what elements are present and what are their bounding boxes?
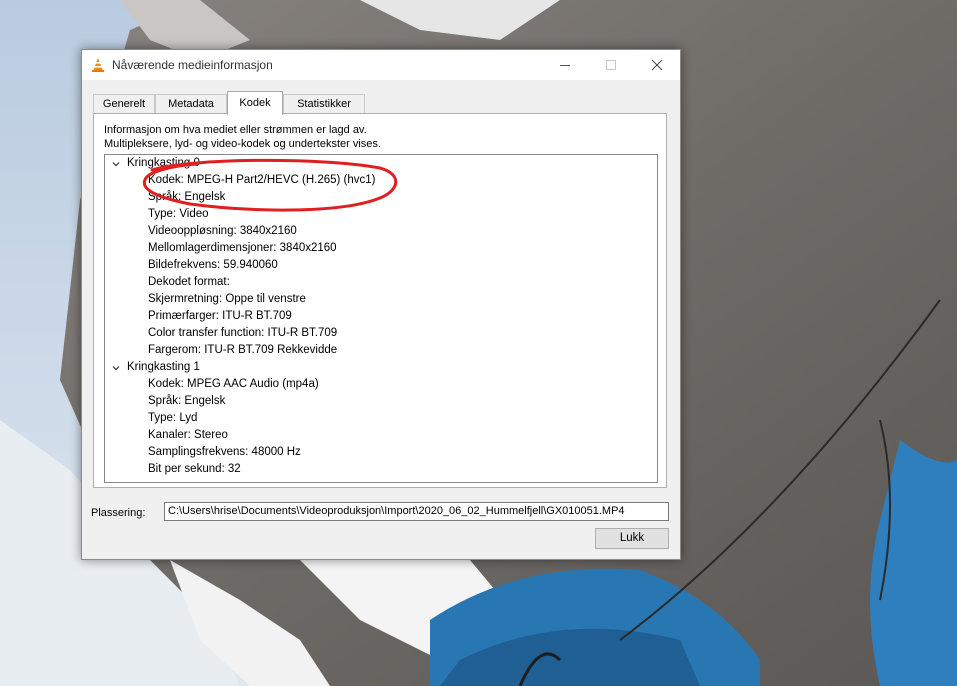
- tree-item[interactable]: Kodek: MPEG AAC Audio (mp4a): [148, 376, 319, 393]
- tree-item[interactable]: Color transfer function: ITU-R BT.709: [148, 325, 337, 342]
- tree-item[interactable]: Videooppløsning: 3840x2160: [148, 223, 297, 240]
- stream-0-node[interactable]: Kringkasting 0: [127, 155, 200, 172]
- tree-item[interactable]: Dekodet format:: [148, 274, 230, 291]
- tree-item[interactable]: Kodek: MPEG-H Part2/HEVC (H.265) (hvc1): [148, 172, 376, 189]
- media-info-dialog: Nåværende medieinformasjon Generelt Meta…: [81, 49, 681, 560]
- tree-item[interactable]: Språk: Engelsk: [148, 189, 225, 206]
- tree-item[interactable]: Fargerom: ITU-R BT.709 Rekkevidde: [148, 342, 337, 359]
- tree-item[interactable]: Bildefrekvens: 59.940060: [148, 257, 278, 274]
- codec-panel: Informasjon om hva mediet eller strømmen…: [93, 113, 667, 488]
- chevron-down-icon[interactable]: [111, 363, 121, 373]
- tree-item[interactable]: Kanaler: Stereo: [148, 427, 228, 444]
- close-button[interactable]: Lukk: [595, 528, 669, 549]
- chevron-down-icon[interactable]: [111, 159, 121, 169]
- tree-item[interactable]: Mellomlagerdimensjoner: 3840x2160: [148, 240, 337, 257]
- location-field[interactable]: C:\Users\hrise\Documents\Videoproduksjon…: [164, 502, 669, 521]
- tab-kodek[interactable]: Kodek: [227, 91, 283, 115]
- tree-item[interactable]: Skjermretning: Oppe til venstre: [148, 291, 306, 308]
- tree-item[interactable]: Bit per sekund: 32: [148, 461, 241, 478]
- maximize-icon: [606, 60, 616, 70]
- tree-item[interactable]: Type: Video: [148, 206, 209, 223]
- codec-description: Informasjon om hva mediet eller strømmen…: [104, 123, 381, 151]
- minimize-icon: [560, 65, 570, 66]
- close-icon: [651, 59, 663, 71]
- stream-tree[interactable]: Kringkasting 0 Kodek: MPEG-H Part2/HEVC …: [104, 154, 658, 483]
- location-label: Plassering:: [91, 507, 146, 519]
- description-line-2: Multipleksere, lyd- og video-kodek og un…: [104, 138, 381, 150]
- window-title: Nåværende medieinformasjon: [112, 58, 273, 72]
- tab-generelt[interactable]: Generelt: [93, 94, 155, 114]
- maximize-button[interactable]: [588, 50, 634, 80]
- minimize-button[interactable]: [542, 50, 588, 80]
- tree-item[interactable]: Type: Lyd: [148, 410, 197, 427]
- tab-metadata[interactable]: Metadata: [155, 94, 227, 114]
- tree-item[interactable]: Samplingsfrekvens: 48000 Hz: [148, 444, 301, 461]
- stream-1-node[interactable]: Kringkasting 1: [127, 359, 200, 376]
- description-line-1: Informasjon om hva mediet eller strømmen…: [104, 124, 367, 136]
- title-bar: Nåværende medieinformasjon: [82, 50, 680, 80]
- tree-item[interactable]: Primærfarger: ITU-R BT.709: [148, 308, 292, 325]
- close-window-button[interactable]: [634, 50, 680, 80]
- tab-statistikker[interactable]: Statistikker: [283, 94, 365, 114]
- tree-item[interactable]: Språk: Engelsk: [148, 393, 225, 410]
- vlc-cone-icon: [92, 58, 104, 72]
